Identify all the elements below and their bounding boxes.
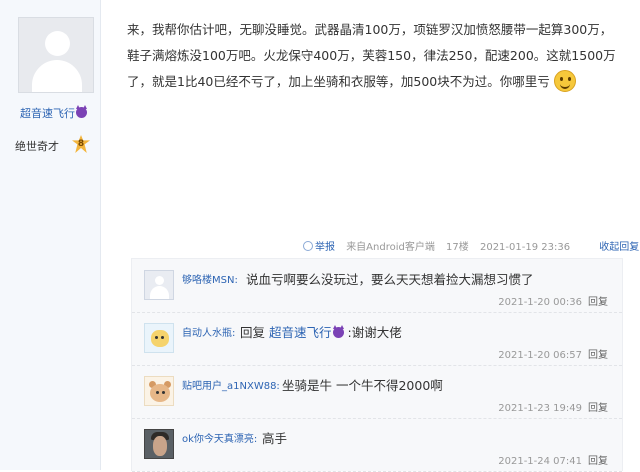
- reply-item: 自动人水瓶: 回复 超音速飞行 :谢谢大佬 2021-1-20 06:57 回复: [132, 312, 622, 366]
- author-avatar[interactable]: [18, 17, 94, 93]
- reply-text: 高手: [262, 431, 288, 446]
- reply-text: 回复 超音速飞行 :谢谢大佬: [240, 322, 402, 341]
- reply-item: 够咯楼MSN: 说血亏啊要么没玩过，要么天天想着捡大漏想习惯了 2021-1-2…: [132, 259, 622, 313]
- reply-username[interactable]: 自动人水瓶:: [182, 324, 235, 339]
- post-content: 来，我帮你估计吧，无聊没睡觉。武器晶清100万，项链罗汉加愤怒腰带一起算300万…: [127, 17, 622, 95]
- devil-icon: [76, 105, 87, 118]
- reply-text: 坐骑是牛 一个牛不得2000啊: [282, 378, 443, 393]
- reply-time: 2021-1-23 19:49: [498, 403, 582, 414]
- reply-time-row: 2021-1-20 06:57 回复: [498, 346, 608, 361]
- reply-button[interactable]: 回复: [588, 403, 608, 414]
- reply-prefix: 回复: [240, 325, 266, 340]
- reply-username[interactable]: 够咯楼MSN:: [182, 271, 238, 286]
- devil-icon: [332, 325, 344, 338]
- reply-item: 贴吧用户_a1NXW88: 坐骑是牛 一个牛不得2000啊 2021-1-23 …: [132, 365, 622, 419]
- reply-suffix: :谢谢大佬: [347, 325, 402, 340]
- reply-time-row: 2021-1-24 07:41 回复: [498, 452, 608, 467]
- post-text: 来，我帮你估计吧，无聊没睡觉。武器晶清100万，项链罗汉加愤怒腰带一起算300万…: [127, 22, 616, 89]
- report-icon[interactable]: [303, 241, 313, 251]
- reply-button[interactable]: 回复: [588, 456, 608, 467]
- reply-time: 2021-1-20 00:36: [498, 297, 582, 308]
- report-link[interactable]: 举报: [315, 242, 335, 253]
- reply-button[interactable]: 回复: [588, 297, 608, 308]
- collapse-replies-link[interactable]: 收起回复: [599, 242, 639, 253]
- reply-avatar[interactable]: [144, 270, 174, 300]
- floor-number: 17楼: [446, 242, 469, 253]
- smiley-icon: [553, 70, 576, 92]
- reply-button[interactable]: 回复: [588, 350, 608, 361]
- reply-username[interactable]: 贴吧用户_a1NXW88:: [182, 377, 280, 392]
- author-name-link[interactable]: 超音速飞行: [20, 105, 87, 121]
- reply-item: ok你今天真漂亮: 高手 2021-1-24 07:41 回复: [132, 418, 622, 472]
- reply-time: 2021-1-24 07:41: [498, 456, 582, 467]
- level-badge: 8: [72, 135, 90, 153]
- author-name[interactable]: 超音速飞行: [20, 107, 75, 120]
- reply-time: 2021-1-20 06:57: [498, 350, 582, 361]
- reply-time-row: 2021-1-23 19:49 回复: [498, 399, 608, 414]
- post-time: 2021-01-19 23:36: [479, 242, 571, 253]
- author-title: 绝世奇才: [15, 140, 59, 153]
- reply-avatar[interactable]: [144, 323, 174, 353]
- reply-username[interactable]: ok你今天真漂亮:: [182, 430, 257, 445]
- reply-list: 够咯楼MSN: 说血亏啊要么没玩过，要么天天想着捡大漏想习惯了 2021-1-2…: [131, 258, 623, 472]
- mention-link[interactable]: 超音速飞行: [269, 325, 332, 340]
- post-source: 来自Android客户端: [346, 242, 435, 253]
- reply-avatar[interactable]: [144, 376, 174, 406]
- reply-time-row: 2021-1-20 00:36 回复: [498, 293, 608, 308]
- author-sidebar: 超音速飞行 绝世奇才 8: [0, 0, 101, 470]
- reply-text: 说血亏啊要么没玩过，要么天天想着捡大漏想习惯了: [246, 272, 534, 287]
- post-meta-bar: 举报 来自Android客户端 17楼 2021-01-19 23:36 收起回…: [303, 238, 639, 253]
- reply-avatar[interactable]: [144, 429, 174, 459]
